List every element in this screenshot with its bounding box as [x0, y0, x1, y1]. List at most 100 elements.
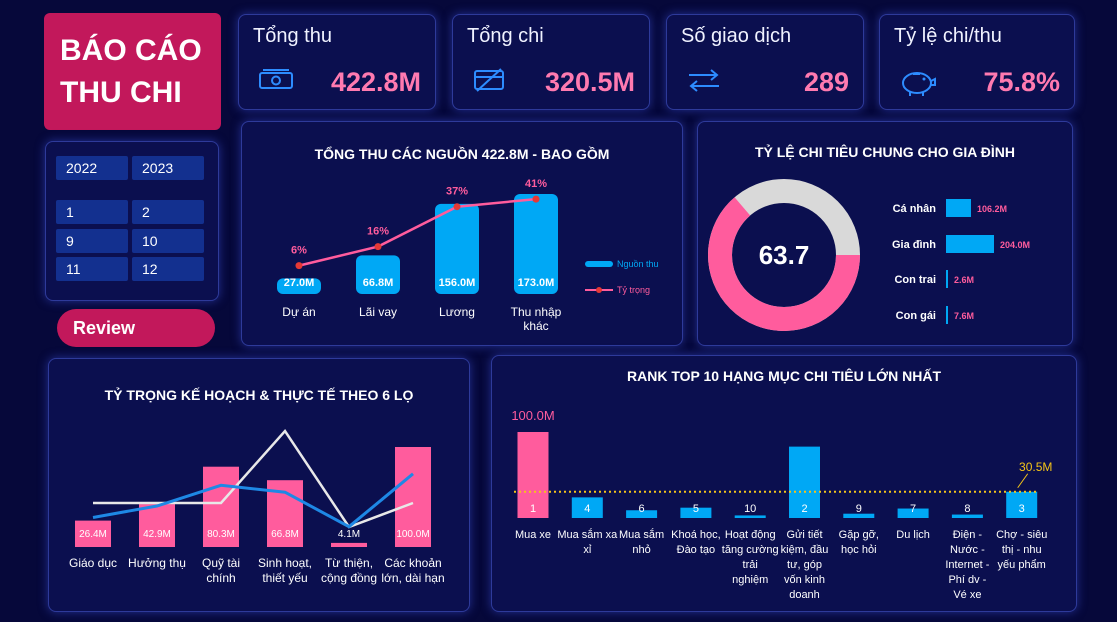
piggy-bank-icon [902, 72, 936, 96]
report-title-line1: BÁO CÁO [60, 33, 202, 67]
legend-label-share: Tỷ trọng [617, 285, 650, 295]
category-label: xỉ [583, 544, 592, 556]
rank-label: 1 [530, 503, 536, 515]
category-label: lớn, dài hạn [381, 571, 444, 585]
spend-bar [946, 199, 971, 217]
category-label: Hưởng thụ [128, 556, 186, 570]
filter-month-1[interactable]: 1 [56, 200, 128, 224]
family-spending-panel: TỶ LỆ CHI TIÊU CHUNG CHO GIA ĐÌNH 63.7 Cá… [697, 121, 1073, 346]
rank-label: 8 [964, 503, 970, 515]
kpi-label: Tổng thu [253, 25, 332, 47]
donut-center-value: 63.7 [759, 240, 810, 270]
actual-bar-label: 80.3M [207, 529, 235, 540]
share-point [374, 243, 382, 251]
rank-label: 3 [1019, 503, 1025, 515]
category-label: Mua sắm [619, 528, 664, 541]
kpi-value: 422.8M [330, 67, 421, 97]
category-label: Các khoản [384, 556, 441, 570]
filter-month-12[interactable]: 12 [132, 257, 204, 281]
filter-month-2[interactable]: 2 [132, 200, 204, 224]
spend-bar-label: 7.6M [954, 311, 974, 321]
category-label: kiệm, đầu [781, 544, 829, 556]
share-point [295, 262, 303, 270]
kpi-label: Tổng chi [467, 25, 544, 47]
category-label: chính [206, 571, 235, 585]
spend-bar-label: 106.2M [977, 204, 1007, 214]
actual-bar-label: 100.0M [396, 529, 429, 540]
transfer-icon [689, 69, 719, 92]
actual-bar-label: 4.1M [338, 529, 360, 540]
filter-month-10[interactable]: 10 [132, 229, 204, 253]
filter-month-9[interactable]: 9 [56, 229, 128, 253]
category-label: Mua xe [515, 529, 551, 541]
filter-year-2022[interactable]: 2022 [56, 156, 128, 180]
income-sources-panel: TỔNG THU CÁC NGUỒN 422.8M - BAO GỒM 27.0… [241, 121, 683, 346]
share-point [453, 203, 461, 211]
filter-year-2023[interactable]: 2023 [132, 156, 204, 180]
rank-label: 6 [639, 503, 645, 515]
spend-bar-label: 204.0M [1000, 240, 1030, 250]
category-label: doanh [789, 589, 820, 601]
category-label: vốn kinh [784, 574, 825, 586]
share-label: 16% [367, 226, 389, 238]
review-button[interactable]: Review [57, 309, 215, 347]
category-label: Con trai [894, 274, 936, 286]
annotation-leader [1017, 473, 1029, 489]
category-label: Lương [439, 305, 475, 319]
rank-label: 10 [744, 503, 756, 515]
share-label: 6% [291, 245, 307, 257]
filter-panel: 2022 2023 1 2 9 10 11 12 [45, 141, 219, 301]
spend-bar [946, 306, 948, 324]
income-sources-chart: 27.0M 6% Dự án 66.8M 16% Lãi vay 156.0M 37% Lươn… [277, 178, 659, 333]
kpi-value: 320.5M [544, 67, 635, 97]
category-label: cộng đồng [321, 571, 377, 585]
card-icon [474, 68, 504, 92]
top10-expenses-chart: 1 Mua xe 4 Mua sắm xa xỉ 6 Mua sắm nhỏ 5 Khoá học… [511, 408, 1052, 601]
category-label: Con gái [896, 310, 936, 322]
category-label: Gửi tiết [786, 529, 822, 541]
reference-value-label: 30.5M [1019, 460, 1052, 474]
category-label: tư, góp [787, 559, 822, 571]
rank-label: 9 [856, 503, 862, 515]
spend-bar [946, 235, 994, 253]
kpi-card-total-expense: Tổng chi 320.5M [452, 14, 650, 110]
category-label: Gia đình [892, 239, 936, 251]
share-point [532, 195, 540, 203]
kpi-card-expense-ratio: Tỷ lệ chi/thu 75.8% [879, 14, 1075, 110]
income-bar-label: 173.0M [518, 277, 555, 289]
share-line [298, 197, 537, 267]
category-label: thiết yếu [262, 571, 307, 585]
category-label: Hoạt động [725, 529, 776, 541]
rank-label: 4 [584, 503, 590, 515]
category-label: nhỏ [632, 544, 650, 556]
six-jars-panel: TỶ TRỌNG KẾ HOẠCH & THỰC TẾ THEO 6 LỌ 26… [48, 358, 470, 612]
top10-expenses-panel: RANK TOP 10 HẠNG MỤC CHI TIÊU LỚN NHẤT 1… [491, 355, 1077, 612]
category-label: Quỹ tài [202, 556, 240, 570]
report-title: BÁO CÁO THU CHI [44, 13, 221, 130]
kpi-card-total-income: Tổng thu 422.8M [238, 14, 436, 110]
filter-month-11[interactable]: 11 [56, 257, 128, 281]
legend-label-income: Nguồn thu [617, 259, 659, 269]
six-jars-chart: 26.4MGiáo dục42.9MHưởng thụ80.3MQuỹ tàic… [69, 428, 445, 585]
legend-swatch-income [585, 261, 613, 267]
category-label: Khoá học, [671, 529, 721, 541]
category-label: khác [523, 319, 548, 333]
income-bar-label: 156.0M [439, 277, 476, 289]
report-title-line2: THU CHI [60, 75, 182, 109]
category-label: Từ thiện, [325, 556, 373, 570]
category-label: Giáo dục [69, 556, 117, 570]
category-label: Phí dv - [948, 574, 986, 586]
category-label: học hỏi [841, 544, 876, 556]
category-label: Lãi vay [359, 305, 397, 319]
rank-label: 7 [910, 503, 916, 515]
share-label: 37% [446, 186, 468, 198]
category-label: Nước - [950, 544, 985, 556]
category-label: nghiệm [732, 574, 768, 586]
category-label: Cá nhân [893, 203, 937, 215]
income-bar-label: 27.0M [284, 277, 315, 289]
category-label: Vé xe [953, 589, 981, 601]
category-label: Chợ - siêu [996, 529, 1047, 541]
category-label: Thu nhập [511, 305, 562, 319]
category-label: thị - nhu [1002, 544, 1042, 556]
family-spending-chart: 63.7 Cá nhân 106.2M Gia đình 204.0M Con trai 2… [708, 179, 1030, 331]
